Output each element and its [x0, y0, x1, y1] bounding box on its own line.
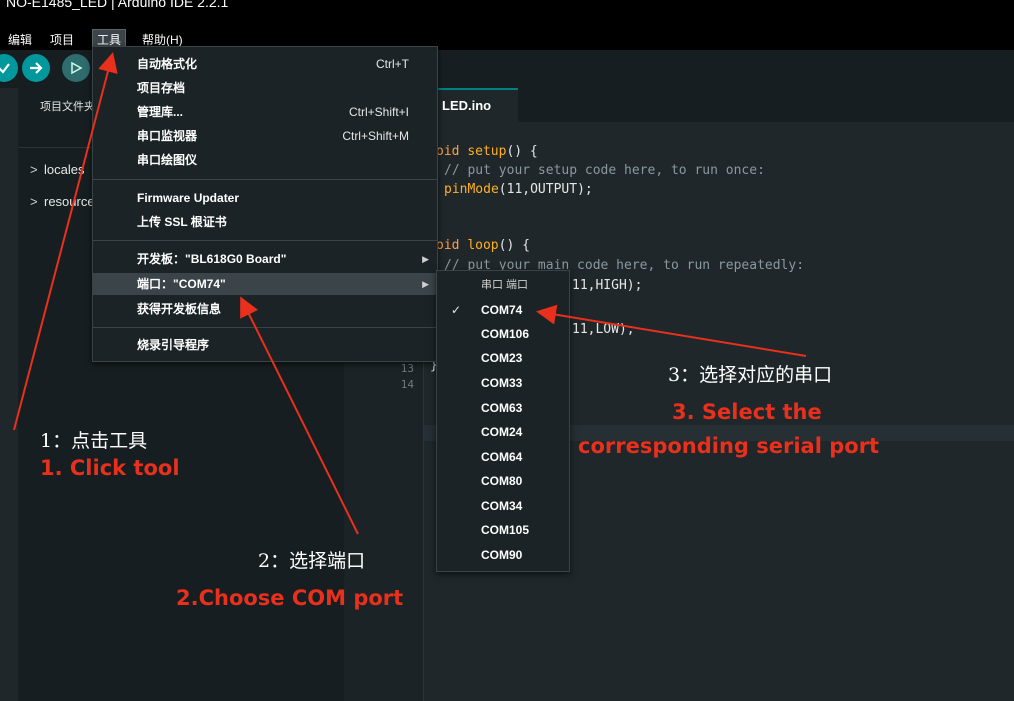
menu-edit[interactable]: 编辑	[8, 30, 32, 50]
tree-item-label: locales	[44, 162, 85, 177]
menu-item-auto-format[interactable]: 自动格式化 Ctrl+T	[93, 53, 437, 75]
annotation-step2-cn: 2：选择端口	[258, 550, 366, 572]
menu-shortcut: Ctrl+T	[376, 57, 409, 71]
screenshot-root: NO-E1485_LED | Arduino IDE 2.2.1 编辑 项目 工…	[0, 0, 1014, 701]
port-item[interactable]: COM90	[437, 543, 569, 567]
menu-item-label: 上传 SSL 根证书	[137, 215, 227, 229]
menu-item-port[interactable]: 端口："COM74" ▶	[93, 273, 437, 295]
port-item[interactable]: COM63	[437, 396, 569, 420]
code-line: 11,LOW);	[572, 322, 635, 337]
title-bar: NO-E1485_LED | Arduino IDE 2.2.1	[0, 0, 1014, 30]
menu-item-label: Firmware Updater	[137, 191, 240, 205]
menu-item-label: 串口绘图仪	[137, 153, 198, 167]
port-item[interactable]: COM64	[437, 445, 569, 469]
menu-item-firmware-updater[interactable]: Firmware Updater	[93, 187, 437, 209]
menu-item-label: 自动格式化	[137, 57, 198, 71]
annotation-step2-en: 2.Choose COM port	[176, 586, 404, 610]
line-number: 13	[400, 362, 414, 375]
port-item[interactable]: COM23	[437, 346, 569, 370]
annotation-step1-en: 1. Click tool	[40, 456, 180, 480]
menu-item-label: 烧录引导程序	[137, 338, 210, 352]
code-text: 11,HIGH);	[572, 278, 643, 293]
code-function: pinMode	[444, 182, 499, 197]
menu-item-serial-plotter[interactable]: 串口绘图仪	[93, 149, 437, 171]
port-label: COM74	[481, 303, 523, 317]
menu-item-archive-sketch[interactable]: 项目存档	[93, 77, 437, 99]
menu-item-label: 管理库...	[137, 105, 184, 119]
menu-item-board-info[interactable]: 获得开发板信息	[93, 298, 437, 320]
port-item[interactable]: COM106	[437, 322, 569, 346]
port-item-com74[interactable]: ✓ COM74	[437, 298, 569, 322]
code-function: setup	[467, 144, 507, 159]
debug-icon	[71, 61, 83, 75]
window-title: NO-E1485_LED | Arduino IDE 2.2.1	[6, 0, 229, 10]
verify-icon	[0, 63, 10, 74]
upload-button[interactable]	[22, 54, 50, 82]
annotation-step1-cn: 1：点击工具	[40, 430, 148, 452]
debug-button[interactable]	[62, 54, 90, 82]
menu-item-label: 项目存档	[137, 81, 186, 95]
code-line: oid loop() {	[436, 238, 530, 253]
menu-item-board[interactable]: 开发板："BL618G0 Board" ▶	[93, 248, 437, 270]
code-comment: // put your setup code here, to run once…	[444, 163, 765, 178]
code-line: 11,HIGH);	[572, 278, 642, 293]
port-submenu-header: 串口 端口	[481, 279, 529, 291]
port-item[interactable]: COM80	[437, 469, 569, 493]
submenu-arrow-icon: ▶	[422, 254, 429, 264]
line-number: 14	[400, 378, 414, 391]
port-item[interactable]: COM34	[437, 494, 569, 518]
port-item[interactable]: COM24	[437, 420, 569, 444]
menu-separator	[93, 179, 437, 180]
menu-item-serial-monitor[interactable]: 串口监视器 Ctrl+Shift+M	[93, 125, 437, 147]
tools-dropdown-menu: 自动格式化 Ctrl+T 项目存档 管理库... Ctrl+Shift+I 串口监视…	[92, 46, 438, 362]
tree-item-locales[interactable]: > locales	[30, 162, 84, 177]
code-text: () {	[498, 238, 530, 253]
menu-item-upload-ssl[interactable]: 上传 SSL 根证书	[93, 211, 437, 233]
port-item[interactable]: COM33	[437, 371, 569, 395]
menu-item-label: 获得开发板信息	[137, 302, 222, 316]
checkmark-icon: ✓	[451, 303, 462, 317]
chevron-right-icon: >	[30, 194, 38, 209]
menu-item-burn-bootloader[interactable]: 烧录引导程序	[93, 334, 437, 356]
annotation-step3-en-line2: corresponding serial port	[578, 434, 880, 458]
annotation-step3-en-line1: 3. Select the	[672, 400, 822, 424]
code-text: (11,OUTPUT);	[498, 182, 593, 197]
code-text: () {	[506, 144, 538, 159]
code-line: pinMode(11,OUTPUT);	[444, 182, 593, 197]
verify-button[interactable]	[0, 54, 18, 82]
tab-sketch-file[interactable]: LED.ino	[432, 88, 518, 122]
submenu-arrow-icon: ▶	[422, 279, 429, 289]
menu-separator	[93, 327, 437, 328]
code-line: // put your setup code here, to run once…	[444, 163, 765, 178]
code-keyword: oid	[436, 144, 468, 159]
menu-item-label: 端口："COM74"	[137, 277, 226, 291]
code-text: 11,LOW);	[572, 322, 635, 337]
annotation-step3-cn: 3：选择对应的串口	[668, 364, 833, 386]
menu-shortcut: Ctrl+Shift+I	[348, 105, 409, 119]
menu-item-label: 串口监视器	[137, 129, 198, 143]
menu-shortcut: Ctrl+Shift+M	[342, 129, 409, 143]
chevron-right-icon: >	[30, 162, 38, 177]
code-function: loop	[467, 238, 499, 253]
sidebar-title: 项目文件夹	[40, 101, 95, 113]
menu-sketch[interactable]: 项目	[50, 30, 74, 50]
menu-item-manage-libraries[interactable]: 管理库... Ctrl+Shift+I	[93, 101, 437, 123]
menu-item-label: 开发板："BL618G0 Board"	[137, 252, 287, 266]
menu-separator	[93, 240, 437, 241]
port-item[interactable]: COM105	[437, 518, 569, 542]
editor-tab-bar: LED.ino	[344, 88, 1014, 122]
upload-icon	[30, 62, 43, 74]
code-line: oid setup() {	[436, 144, 538, 159]
arduino-ide-window: NO-E1485_LED | Arduino IDE 2.2.1 编辑 项目 工…	[0, 0, 1014, 701]
code-keyword: oid	[436, 238, 468, 253]
tree-item-resources[interactable]: > resources	[30, 194, 101, 209]
port-submenu: 串口 端口 ✓ COM74 COM106 COM23 COM33 COM63 CO…	[436, 270, 570, 572]
